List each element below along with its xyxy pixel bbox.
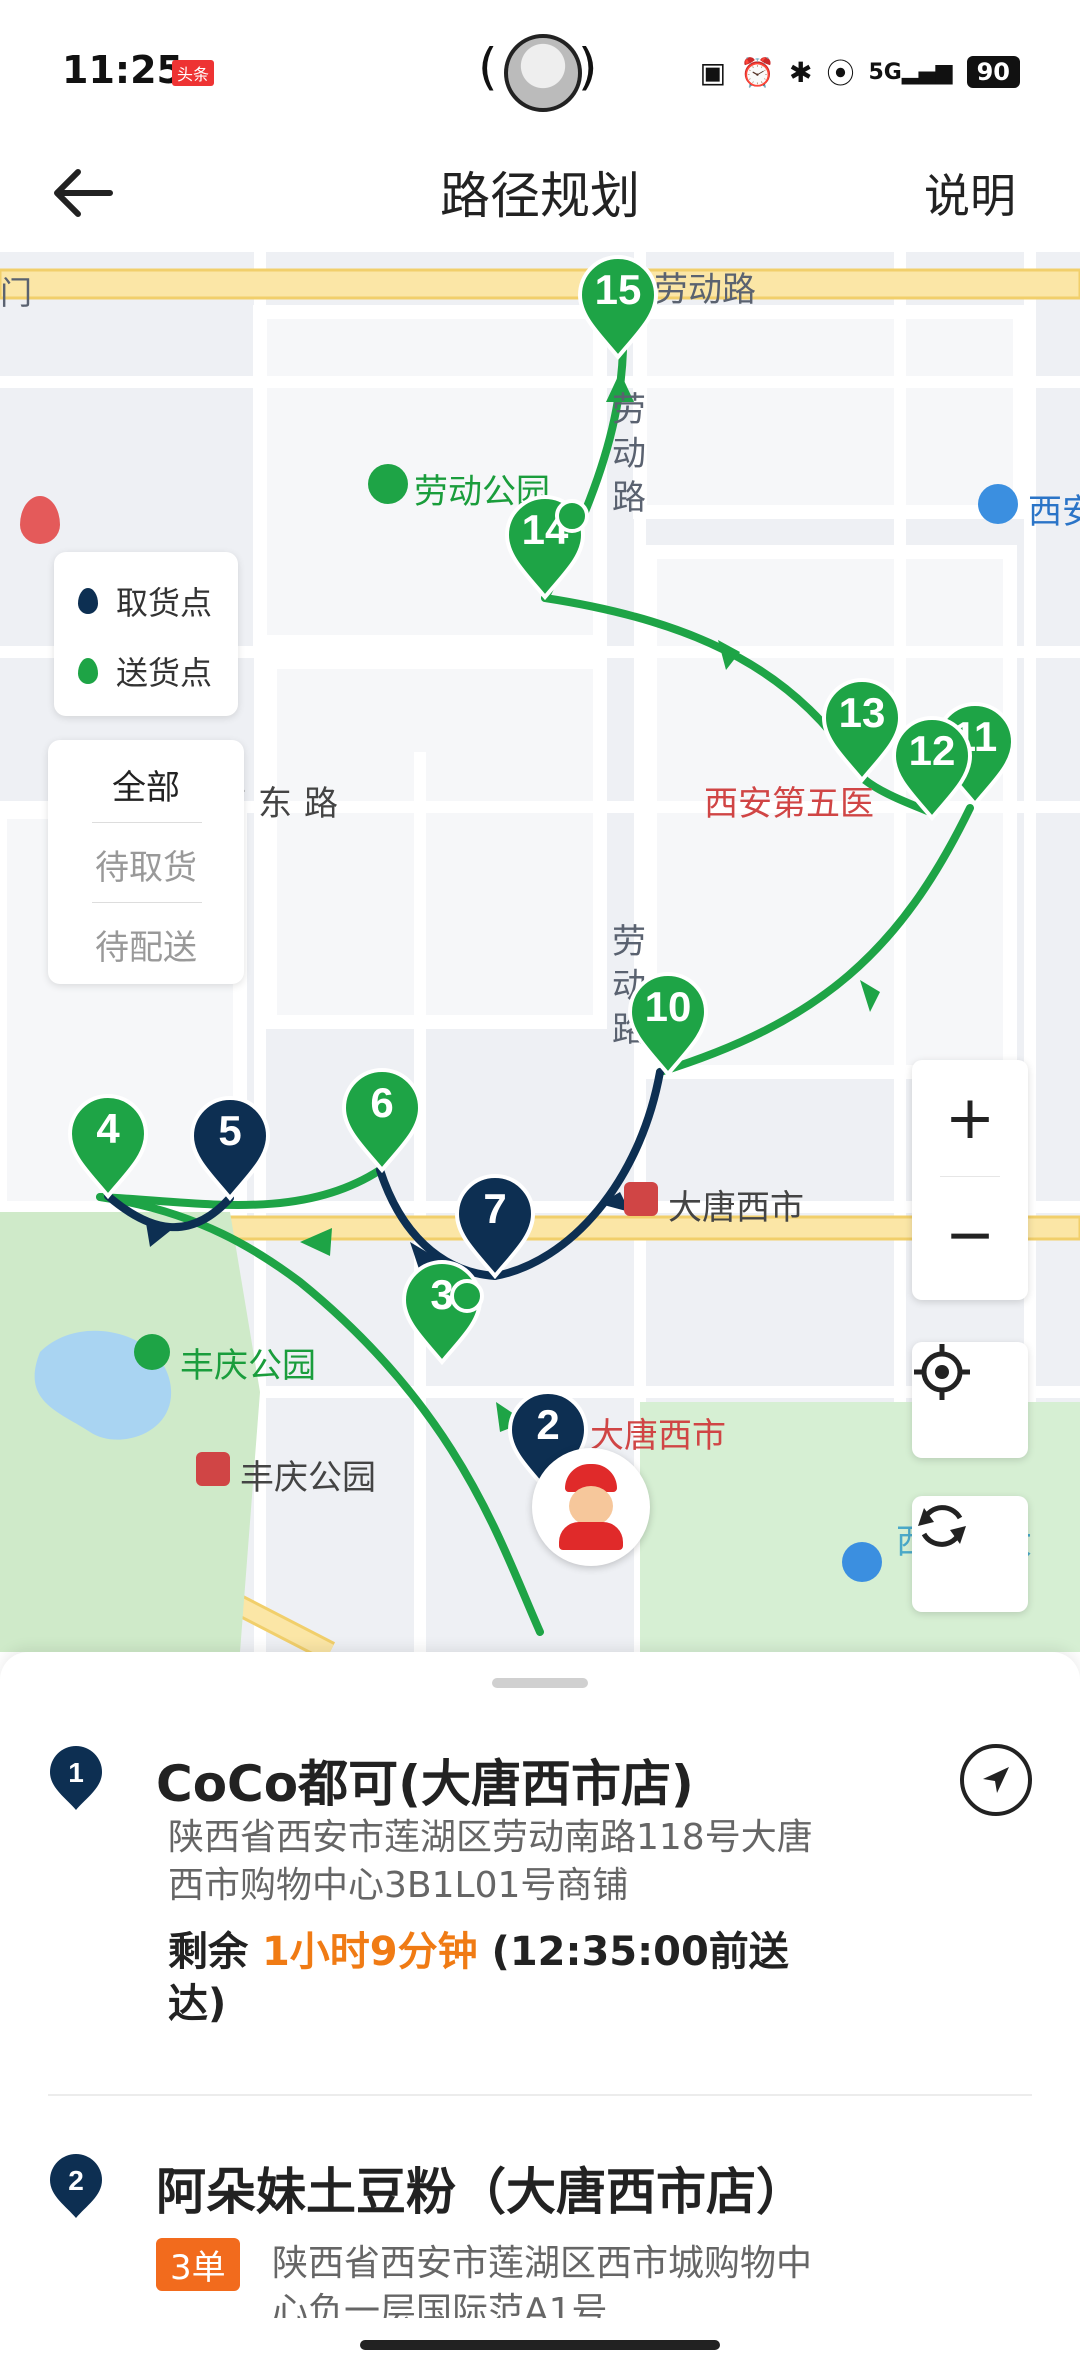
page-title: 路径规划 (440, 167, 640, 225)
filter-to-deliver[interactable]: 待配送 (48, 920, 244, 969)
legend-pickup-label: 取货点 (116, 584, 213, 622)
svg-text:15: 15 (595, 266, 642, 313)
home-indicator[interactable] (360, 2340, 720, 2350)
order-2-store-name: 阿朵妹土豆粉（大唐西市店） (156, 2163, 806, 2221)
paren-left-icon: ( (478, 38, 498, 96)
zoom-control: + − (912, 1060, 1028, 1300)
navigate-button[interactable] (960, 1744, 1032, 1816)
locate-button[interactable] (912, 1342, 1028, 1458)
status-icons: ▣ ⏰ ✱ ⦿ 5G▂▄▆ 90 (700, 52, 1020, 92)
location-icon: ⦿ (826, 57, 855, 90)
marker-7[interactable]: 7 (455, 1174, 535, 1278)
order-1-store-name: CoCo都可(大唐西市店) (156, 1755, 694, 1813)
divider (92, 822, 202, 823)
svg-text:4: 4 (96, 1105, 120, 1152)
rider-avatar[interactable] (532, 1448, 650, 1566)
marker-12[interactable]: 12 (892, 716, 972, 820)
svg-text:5: 5 (218, 1107, 241, 1154)
marker-13[interactable]: 13 (822, 678, 902, 782)
legend-pickup: 取货点 (78, 578, 212, 624)
order-filter: 全部 待取货 待配送 (48, 740, 244, 984)
news-app-badge: 头条 (172, 60, 215, 86)
marker-3[interactable]: 3 (402, 1260, 484, 1364)
filter-to-pickup[interactable]: 待取货 (48, 840, 244, 889)
status-bar: 11:25 头条 ( ) ▣ ⏰ ✱ ⦿ 5G▂▄▆ 90 (0, 0, 1080, 140)
order-2-address-line: 心负一层国际范A1号 (272, 2291, 608, 2318)
camera-avatar-icon (504, 34, 582, 112)
divider (92, 902, 202, 903)
svg-text:2: 2 (68, 2165, 84, 2196)
delivery-dot-icon (78, 658, 98, 684)
svg-text:6: 6 (370, 1079, 393, 1126)
svg-text:2: 2 (536, 1401, 559, 1448)
legend-delivery: 送货点 (78, 648, 212, 694)
sheet-handle[interactable] (492, 1678, 588, 1688)
svg-text:10: 10 (645, 983, 692, 1030)
remain-deadline-end: 达) (168, 1981, 227, 2027)
marker-5[interactable]: 5 (190, 1096, 270, 1200)
paren-right-icon: ) (578, 38, 598, 96)
signal-icon: 5G▂▄▆ (868, 59, 953, 85)
marker-6[interactable]: 6 (342, 1068, 422, 1172)
refresh-icon (912, 1496, 1028, 1612)
order-1-address: 陕西省西安市莲湖区劳动南路118号大唐 西市购物中心3B1L01号商铺 (168, 1814, 813, 1910)
pickup-dot-icon (78, 588, 98, 614)
order-2-address: 陕西省西安市莲湖区西市城购物中 心负一层国际范A1号 (272, 2240, 812, 2318)
alarm-icon: ⏰ (740, 55, 775, 89)
order-count-badge: 3单 (156, 2238, 240, 2291)
map-legend: 取货点 送货点 (54, 552, 238, 716)
nfc-icon: ▣ (699, 55, 727, 89)
check-icon (450, 1279, 484, 1313)
marker-15[interactable]: 15 (578, 255, 658, 359)
order-1-address-line: 陕西省西安市莲湖区劳动南路118号大唐 (168, 1817, 813, 1858)
remain-prefix: 剩余 (168, 1929, 262, 1975)
remain-time: 1小时9分钟 (261, 1929, 478, 1975)
order-2-address-line: 陕西省西安市莲湖区西市城购物中 (272, 2243, 813, 2284)
route-map[interactable]: 门 劳动路 劳动路 劳动公园 沣镐东路 劳动路 西安第五医 大唐西市 大唐西市 … (0, 252, 1080, 1652)
zoom-out-button[interactable]: − (912, 1177, 1028, 1293)
order-index-pin-2: 2 (48, 2152, 104, 2218)
check-icon (555, 499, 589, 533)
order-1-address-line: 西市购物中心3B1L01号商铺 (168, 1865, 629, 1906)
order-list-sheet[interactable]: 1 CoCo都可(大唐西市店) 陕西省西安市莲湖区劳动南路118号大唐 西市购物… (0, 1652, 1080, 2372)
svg-text:13: 13 (839, 689, 886, 736)
battery-icon: 90 (966, 56, 1020, 88)
marker-14[interactable]: 14 (505, 495, 589, 599)
nav-bar: 路径规划 说明 (0, 140, 1080, 252)
remain-deadline: (12:35:00前送 (477, 1929, 789, 1975)
legend-delivery-label: 送货点 (116, 654, 213, 692)
order-index-pin-1: 1 (48, 1744, 104, 1810)
marker-10[interactable]: 10 (628, 972, 708, 1076)
zoom-in-button[interactable]: + (912, 1060, 1028, 1176)
navigation-arrow-icon (983, 1767, 1009, 1793)
order-1-remaining-time: 剩余 1小时9分钟 (12:35:00前送达) (168, 1926, 868, 2030)
marker-4[interactable]: 4 (68, 1094, 148, 1198)
svg-text:1: 1 (68, 1757, 84, 1788)
rider-icon (551, 1464, 631, 1550)
svg-text:7: 7 (483, 1185, 506, 1232)
locate-icon (912, 1342, 1028, 1458)
refresh-button[interactable] (912, 1496, 1028, 1612)
svg-text:12: 12 (909, 727, 956, 774)
divider (48, 2094, 1032, 2096)
status-time: 11:25 (62, 48, 183, 92)
bluetooth-icon: ✱ (788, 55, 813, 89)
filter-all[interactable]: 全部 (48, 760, 244, 809)
help-button[interactable]: 说明 (924, 160, 1016, 226)
